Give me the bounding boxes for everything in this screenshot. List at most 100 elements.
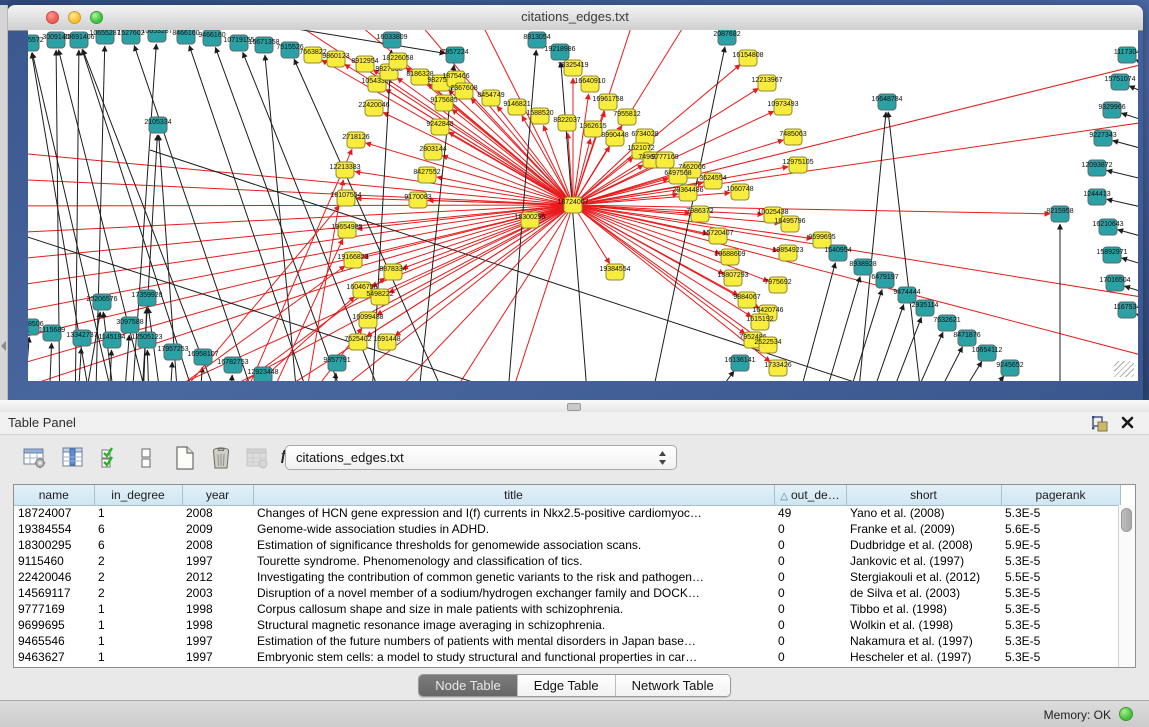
- graph-node[interactable]: 9466160: [198, 30, 225, 46]
- graph-node[interactable]: 8215958: [1046, 206, 1073, 222]
- graph-node[interactable]: 1691448: [373, 334, 400, 350]
- table-row[interactable]: 1938455462009Genome-wide association stu…: [14, 521, 1120, 537]
- graph-node[interactable]: 12213967: [751, 75, 782, 91]
- graph-node[interactable]: 1615192: [746, 314, 773, 330]
- table-row[interactable]: 2242004622012Investigating the contribut…: [14, 569, 1120, 585]
- column-header-in_degree[interactable]: in_degree: [94, 485, 182, 505]
- table-row[interactable]: 969969511998Structural magnetic resonanc…: [14, 617, 1120, 633]
- delete-table-icon[interactable]: [208, 444, 234, 472]
- graph-node[interactable]: 16648784: [871, 94, 902, 110]
- graph-node[interactable]: 9175685: [430, 95, 457, 111]
- splitter-grip-icon[interactable]: [567, 403, 581, 411]
- graph-node[interactable]: 18495796: [774, 216, 805, 232]
- graph-node[interactable]: 8878334: [379, 264, 406, 280]
- graph-node[interactable]: 16210643: [1092, 219, 1123, 235]
- column-header-title[interactable]: title: [253, 485, 774, 505]
- graph-node[interactable]: 2803144: [419, 144, 446, 160]
- clear-selection-icon[interactable]: [133, 444, 159, 472]
- graph-node[interactable]: 1060748: [726, 184, 753, 200]
- table-row[interactable]: 946362711997Embryonic stem cells: a mode…: [14, 649, 1120, 665]
- column-header-pagerank[interactable]: pagerank: [1001, 485, 1120, 505]
- graph-node[interactable]: 2405572: [28, 35, 44, 51]
- graph-node[interactable]: 2935114: [912, 300, 939, 316]
- table-row[interactable]: 1456911722003Disruption of a novel membe…: [14, 585, 1120, 601]
- graph-node[interactable]: 7955812: [613, 109, 640, 125]
- table-row[interactable]: 946554611997Estimation of the future num…: [14, 633, 1120, 649]
- select-all-check-icon[interactable]: [98, 444, 124, 472]
- graph-node[interactable]: 15720407: [702, 228, 733, 244]
- graph-node[interactable]: 1640954: [824, 245, 851, 261]
- graph-node[interactable]: 8466160: [172, 30, 199, 44]
- graph-node[interactable]: 16671358: [248, 37, 279, 53]
- memory-status-dot[interactable]: [1119, 707, 1133, 721]
- graph-node[interactable]: 8471876: [953, 330, 980, 346]
- graph-node[interactable]: 9329966: [1098, 102, 1125, 118]
- graph-node[interactable]: 8990448: [601, 130, 628, 146]
- graph-node[interactable]: 9857791: [323, 355, 350, 371]
- graph-node[interactable]: 19384554: [599, 264, 630, 280]
- graph-node[interactable]: 13342737: [66, 330, 97, 346]
- graph-node[interactable]: 6479197: [871, 272, 898, 288]
- graph-node[interactable]: 1244413: [1083, 189, 1110, 205]
- graph-node[interactable]: 16033809: [376, 32, 407, 48]
- graph-node[interactable]: 7857224: [441, 47, 468, 63]
- column-select-icon[interactable]: [60, 444, 86, 472]
- graph-node[interactable]: 19218986: [544, 44, 575, 60]
- graph-node[interactable]: 16958107: [187, 349, 218, 365]
- tab-network-table[interactable]: Network Table: [615, 675, 730, 696]
- float-panel-icon[interactable]: [1091, 415, 1109, 432]
- graph-node[interactable]: 20364486: [672, 185, 703, 201]
- graph-node[interactable]: 15751074: [1104, 74, 1135, 90]
- column-header-short[interactable]: short: [846, 485, 1001, 505]
- graph-node[interactable]: 9884067: [733, 292, 760, 308]
- graph-node[interactable]: 16640910: [574, 76, 605, 92]
- graph-node[interactable]: 3097588: [116, 317, 143, 333]
- graph-node[interactable]: 7485063: [779, 129, 806, 145]
- table-row[interactable]: 1830029562008Estimation of significance …: [14, 537, 1120, 553]
- column-header-out_de[interactable]: △out_de…: [774, 485, 846, 505]
- graph-node[interactable]: 2718126: [342, 132, 369, 148]
- scrollbar-thumb[interactable]: [1121, 508, 1132, 532]
- column-header-year[interactable]: year: [182, 485, 253, 505]
- table-row[interactable]: 1872400712008Changes of HCN gene express…: [14, 505, 1120, 521]
- graph-node[interactable]: 18807293: [717, 270, 748, 286]
- table-selector-combo[interactable]: citations_edges.txt: [285, 445, 677, 470]
- graph-node[interactable]: 10654112: [972, 345, 1003, 361]
- graph-node[interactable]: 18107554: [330, 190, 361, 206]
- new-table-icon[interactable]: [172, 444, 198, 472]
- graph-node[interactable]: 7986372: [686, 206, 713, 222]
- graph-node[interactable]: 1167534: [1114, 302, 1138, 318]
- graph-node[interactable]: 1115689: [39, 325, 65, 341]
- graph-node[interactable]: 8454749: [477, 90, 504, 106]
- graph-node[interactable]: 16782753: [217, 357, 248, 373]
- graph-node[interactable]: 16154808: [732, 50, 763, 66]
- graph-node[interactable]: 8427552: [413, 167, 440, 183]
- table-row[interactable]: 911546021997Tourette syndrome. Phenomeno…: [14, 553, 1120, 569]
- graph-node[interactable]: 1145194: [99, 332, 126, 348]
- graph-node[interactable]: 9245652: [996, 360, 1023, 376]
- graph-node[interactable]: 12093872: [1081, 160, 1112, 176]
- graph-node[interactable]: 2087682: [713, 30, 740, 45]
- graph-node[interactable]: 2105334: [144, 117, 171, 133]
- citation-graph[interactable]: 1872400718107554122133832718126224200461…: [28, 30, 1138, 381]
- graph-node[interactable]: 12213383: [329, 162, 360, 178]
- graph-node[interactable]: 8822037: [553, 115, 580, 131]
- graph-node[interactable]: 8938928: [849, 259, 876, 275]
- table-row[interactable]: 977716911998Corpus callosum shape and si…: [14, 601, 1120, 617]
- graph-node[interactable]: 7975692: [764, 277, 791, 293]
- tab-node-table[interactable]: Node Table: [419, 675, 517, 696]
- canvas-resize-handle-icon[interactable]: [1114, 361, 1134, 377]
- graph-node[interactable]: 17359928: [131, 290, 162, 306]
- table-scrollbar[interactable]: [1118, 505, 1135, 667]
- table-settings-icon[interactable]: [22, 444, 48, 472]
- graph-node[interactable]: 9227343: [1089, 130, 1116, 146]
- splitter-collapse-arrow-icon[interactable]: [1, 341, 6, 351]
- node-table[interactable]: namein_degreeyeartitle△out_de…shortpager…: [14, 485, 1121, 665]
- window-titlebar[interactable]: citations_edges.txt: [7, 5, 1143, 31]
- column-header-name[interactable]: name: [14, 485, 94, 505]
- graph-node[interactable]: 1733426: [764, 360, 791, 376]
- graph-node[interactable]: 15892971: [1096, 247, 1127, 263]
- graph-node[interactable]: 16099488: [352, 312, 383, 328]
- graph-node[interactable]: 7632621: [933, 315, 960, 331]
- tab-edge-table[interactable]: Edge Table: [517, 675, 615, 696]
